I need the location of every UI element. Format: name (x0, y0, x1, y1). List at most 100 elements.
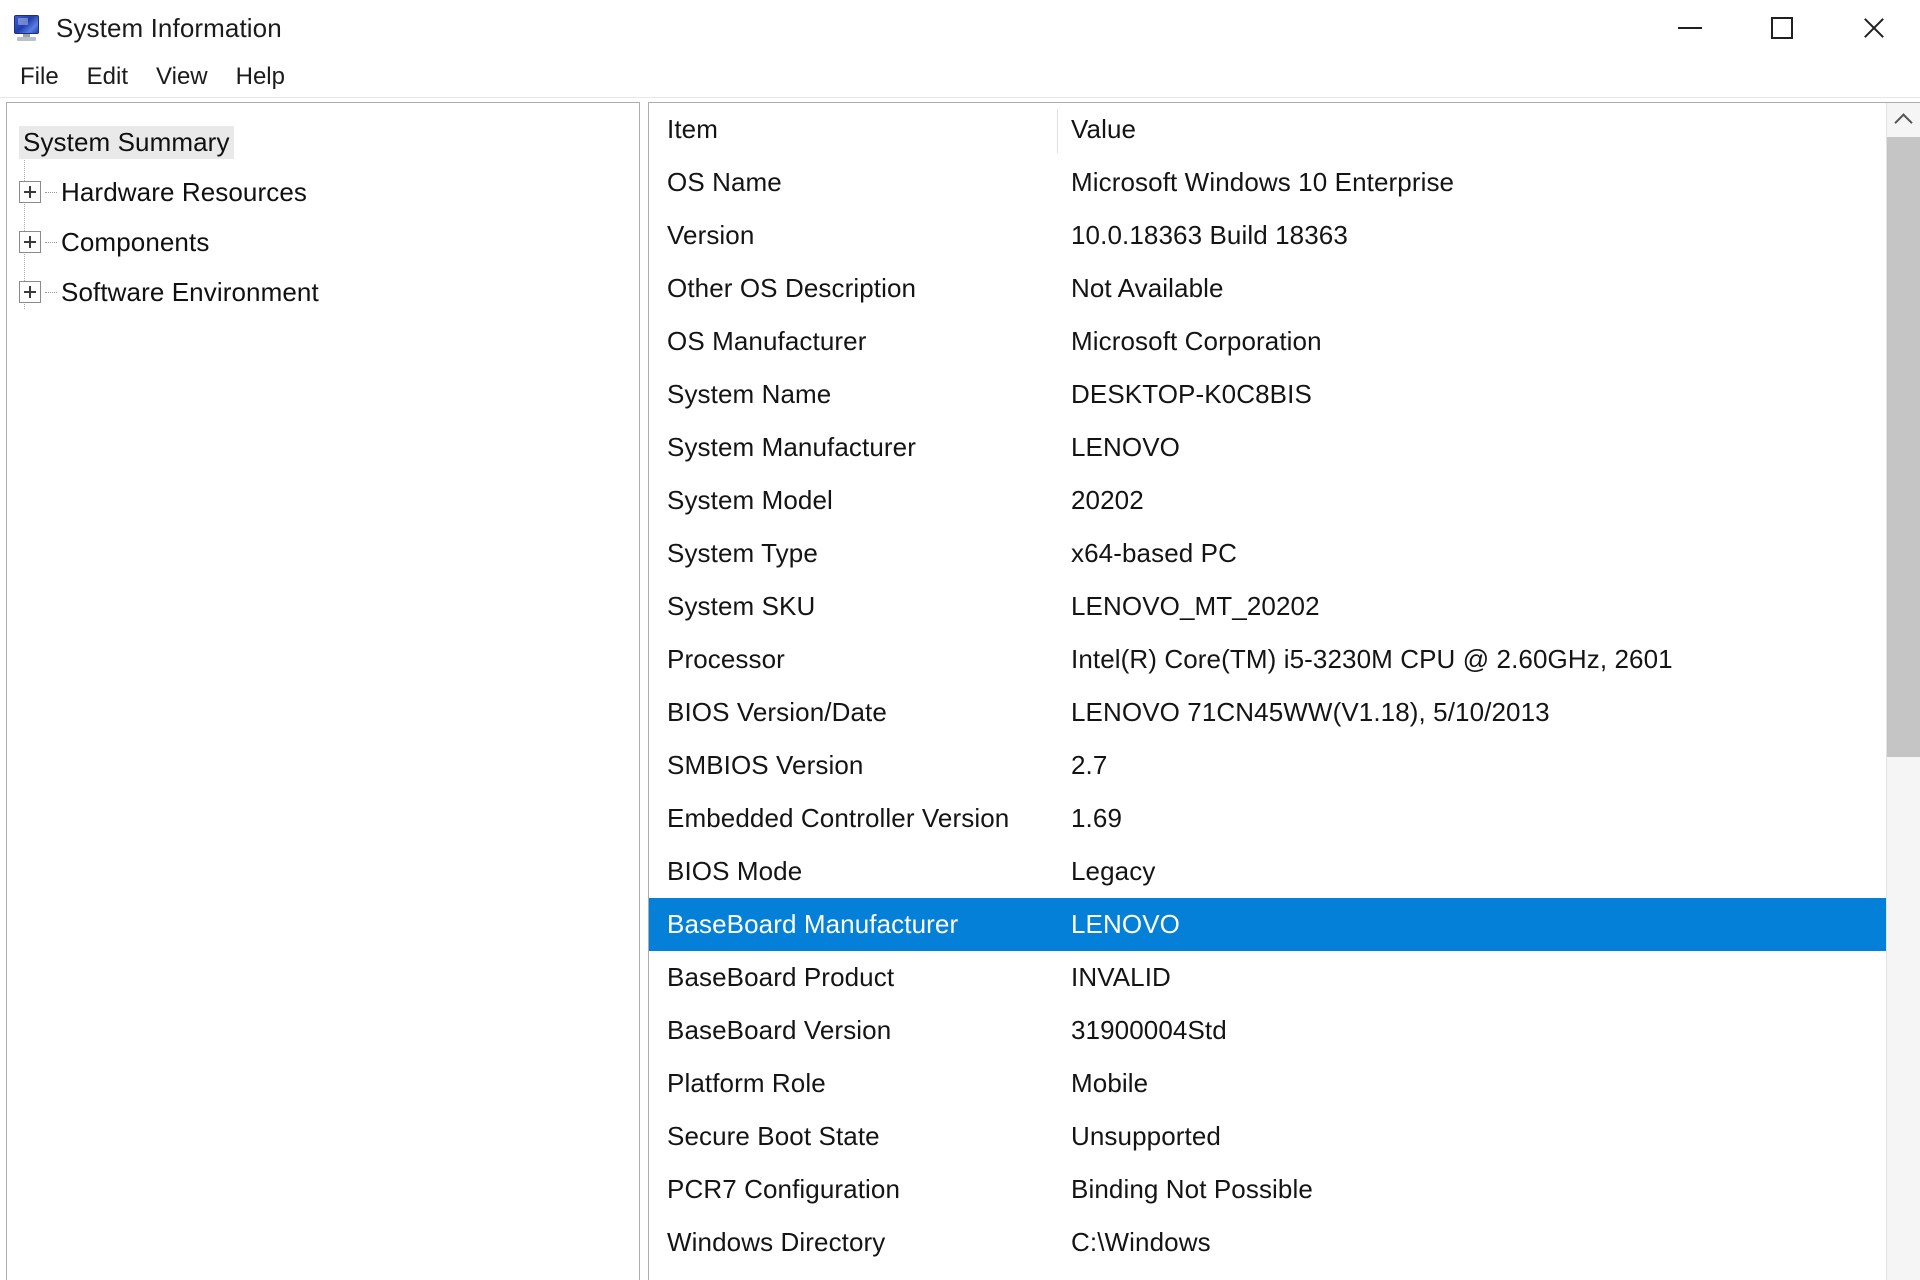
detail-row-value: x64-based PC (1057, 538, 1886, 569)
detail-grid: Item Value OS NameMicrosoft Windows 10 E… (649, 103, 1886, 1280)
detail-row[interactable]: Version10.0.18363 Build 18363 (649, 209, 1886, 262)
column-header-item[interactable]: Item (649, 114, 1057, 145)
close-icon (1861, 15, 1887, 41)
detail-row-item: BaseBoard Product (649, 962, 1057, 993)
detail-row-value: 31900004Std (1057, 1015, 1886, 1046)
detail-row-item: OS Name (649, 167, 1057, 198)
detail-row-item: System Manufacturer (649, 432, 1057, 463)
close-button[interactable] (1828, 0, 1920, 56)
detail-row-item: SMBIOS Version (649, 750, 1057, 781)
detail-row-value: Microsoft Corporation (1057, 326, 1886, 357)
detail-row[interactable]: BaseBoard Version31900004Std (649, 1004, 1886, 1057)
menu-item-edit[interactable]: Edit (73, 60, 142, 94)
detail-row-value: LENOVO 71CN45WW(V1.18), 5/10/2013 (1057, 697, 1886, 728)
detail-row-item: BaseBoard Manufacturer (649, 909, 1057, 940)
detail-row-value: LENOVO_MT_20202 (1057, 591, 1886, 622)
tree-item-software-environment[interactable]: Software Environment (13, 267, 639, 317)
computer-monitor-icon (12, 15, 42, 41)
navigation-tree: System Summary Hardware Resources Compon… (6, 102, 640, 1280)
menu-item-view[interactable]: View (142, 60, 222, 94)
scroll-track[interactable] (1887, 137, 1920, 1280)
detail-row[interactable]: ProcessorIntel(R) Core(TM) i5-3230M CPU … (649, 633, 1886, 686)
detail-row-value: Microsoft Windows 10 Enterprise (1057, 167, 1886, 198)
detail-row-value: C:\Windows (1057, 1227, 1886, 1258)
detail-row[interactable]: Platform RoleMobile (649, 1057, 1886, 1110)
detail-row-item: OS Manufacturer (649, 326, 1057, 357)
detail-row[interactable]: Other OS DescriptionNot Available (649, 262, 1886, 315)
detail-row[interactable]: System NameDESKTOP-K0C8BIS (649, 368, 1886, 421)
detail-row[interactable]: OS NameMicrosoft Windows 10 Enterprise (649, 156, 1886, 209)
detail-row-item: Other OS Description (649, 273, 1057, 304)
minimize-icon (1678, 27, 1702, 29)
detail-row[interactable]: System SKULENOVO_MT_20202 (649, 580, 1886, 633)
detail-row-value: 2.7 (1057, 750, 1886, 781)
title-bar-left: System Information (0, 13, 282, 44)
detail-row[interactable]: OS ManufacturerMicrosoft Corporation (649, 315, 1886, 368)
detail-grid-header: Item Value (649, 103, 1886, 156)
detail-row-value: Intel(R) Core(TM) i5-3230M CPU @ 2.60GHz… (1057, 644, 1886, 675)
detail-row-item: Windows Directory (649, 1227, 1057, 1258)
tree-item-label: Hardware Resources (61, 177, 307, 208)
minimize-button[interactable] (1644, 0, 1736, 56)
detail-row-item: Processor (649, 644, 1057, 675)
detail-row[interactable]: BIOS Version/DateLENOVO 71CN45WW(V1.18),… (649, 686, 1886, 739)
column-header-value[interactable]: Value (1057, 114, 1886, 145)
maximize-icon (1771, 17, 1793, 39)
detail-row-item: BaseBoard Version (649, 1015, 1057, 1046)
detail-row-value: LENOVO (1057, 432, 1886, 463)
detail-row[interactable]: BaseBoard ProductINVALID (649, 951, 1886, 1004)
window-body: System Summary Hardware Resources Compon… (0, 98, 1920, 1280)
detail-row[interactable]: Embedded Controller Version1.69 (649, 792, 1886, 845)
expand-plus-icon[interactable] (19, 231, 41, 253)
detail-row-value: INVALID (1057, 962, 1886, 993)
detail-row-value: LENOVO (1057, 909, 1886, 940)
detail-row-item: PCR7 Configuration (649, 1174, 1057, 1205)
tree-dash-icon (45, 192, 57, 193)
tree-item-label: Components (61, 227, 209, 258)
tree-item-label: Software Environment (61, 277, 319, 308)
vertical-scrollbar[interactable] (1886, 103, 1920, 1280)
detail-row-value: 10.0.18363 Build 18363 (1057, 220, 1886, 251)
detail-row[interactable]: System ManufacturerLENOVO (649, 421, 1886, 474)
tree-dash-icon (45, 292, 57, 293)
scroll-up-button[interactable] (1887, 103, 1920, 137)
tree-item-hardware-resources[interactable]: Hardware Resources (13, 167, 639, 217)
detail-row[interactable]: PCR7 ConfigurationBinding Not Possible (649, 1163, 1886, 1216)
system-information-window: System Information File Edit View Help S… (0, 0, 1920, 1280)
detail-row-item: System Name (649, 379, 1057, 410)
detail-row-value: Unsupported (1057, 1121, 1886, 1152)
detail-row[interactable]: Windows DirectoryC:\Windows (649, 1216, 1886, 1269)
detail-row-item: Embedded Controller Version (649, 803, 1057, 834)
expand-plus-icon[interactable] (19, 281, 41, 303)
expand-plus-icon[interactable] (19, 181, 41, 203)
title-bar: System Information (0, 0, 1920, 56)
detail-row[interactable]: BIOS ModeLegacy (649, 845, 1886, 898)
detail-row[interactable]: BaseBoard ManufacturerLENOVO (649, 898, 1886, 951)
detail-row-value: 1.69 (1057, 803, 1886, 834)
detail-row-value: Mobile (1057, 1068, 1886, 1099)
column-divider[interactable] (1057, 109, 1058, 153)
detail-row[interactable]: System Model20202 (649, 474, 1886, 527)
detail-row-item: BIOS Version/Date (649, 697, 1057, 728)
detail-row-value: 20202 (1057, 485, 1886, 516)
tree-dash-icon (45, 242, 57, 243)
detail-row-item: System Model (649, 485, 1057, 516)
maximize-button[interactable] (1736, 0, 1828, 56)
menu-item-file[interactable]: File (6, 60, 73, 94)
window-controls (1644, 0, 1920, 56)
detail-row-value: Not Available (1057, 273, 1886, 304)
detail-row-value: Legacy (1057, 856, 1886, 887)
scroll-thumb[interactable] (1887, 137, 1920, 757)
menu-bar: File Edit View Help (0, 56, 1920, 98)
window-title: System Information (56, 13, 282, 44)
detail-row[interactable]: SMBIOS Version2.7 (649, 739, 1886, 792)
tree-item-system-summary[interactable]: System Summary (13, 117, 639, 167)
detail-row[interactable]: System Typex64-based PC (649, 527, 1886, 580)
detail-row[interactable]: Secure Boot StateUnsupported (649, 1110, 1886, 1163)
tree-item-components[interactable]: Components (13, 217, 639, 267)
chevron-up-icon (1894, 113, 1912, 131)
tree-item-label: System Summary (19, 126, 234, 159)
menu-item-help[interactable]: Help (222, 60, 299, 94)
detail-row-value: Binding Not Possible (1057, 1174, 1886, 1205)
detail-area: Item Value OS NameMicrosoft Windows 10 E… (648, 102, 1920, 1280)
